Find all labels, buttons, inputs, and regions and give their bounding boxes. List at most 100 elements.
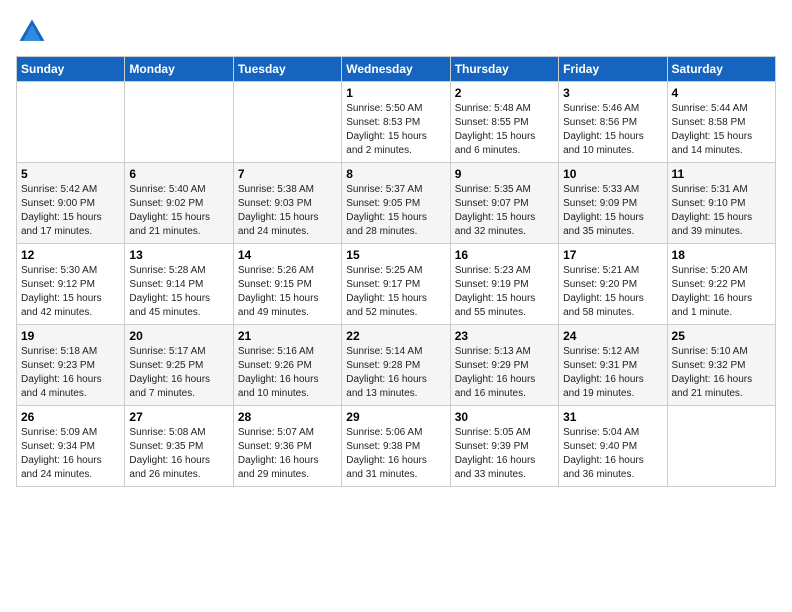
weekday-header: Monday [125, 57, 233, 82]
calendar-cell: 2 Sunrise: 5:48 AM Sunset: 8:55 PM Daylig… [450, 82, 558, 163]
calendar-cell [17, 82, 125, 163]
day-number: 1 [346, 86, 445, 100]
day-info: Sunrise: 5:12 AM Sunset: 9:31 PM Dayligh… [563, 345, 662, 401]
day-number: 15 [346, 248, 445, 262]
weekday-header: Wednesday [342, 57, 450, 82]
calendar-header-row: SundayMondayTuesdayWednesdayThursdayFrid… [17, 57, 776, 82]
day-info: Sunrise: 5:16 AM Sunset: 9:26 PM Dayligh… [238, 345, 337, 401]
calendar-cell [125, 82, 233, 163]
day-number: 24 [563, 329, 662, 343]
day-info: Sunrise: 5:21 AM Sunset: 9:20 PM Dayligh… [563, 264, 662, 320]
day-number: 21 [238, 329, 337, 343]
page-header [16, 16, 776, 48]
calendar-cell: 24 Sunrise: 5:12 AM Sunset: 9:31 PM Dayli… [559, 325, 667, 406]
calendar-cell: 3 Sunrise: 5:46 AM Sunset: 8:56 PM Daylig… [559, 82, 667, 163]
calendar-cell: 18Sunrise: 5:20 AM Sunset: 9:22 PM Dayli… [667, 244, 775, 325]
calendar-cell: 26 Sunrise: 5:09 AM Sunset: 9:34 PM Dayli… [17, 406, 125, 487]
day-info: Sunrise: 5:35 AM Sunset: 9:07 PM Dayligh… [455, 183, 554, 239]
day-number: 16 [455, 248, 554, 262]
day-info: Sunrise: 5:31 AM Sunset: 9:10 PM Dayligh… [672, 183, 771, 239]
day-number: 28 [238, 410, 337, 424]
day-info: Sunrise: 5:33 AM Sunset: 9:09 PM Dayligh… [563, 183, 662, 239]
day-info: Sunrise: 5:37 AM Sunset: 9:05 PM Dayligh… [346, 183, 445, 239]
day-info: Sunrise: 5:48 AM Sunset: 8:55 PM Dayligh… [455, 102, 554, 158]
calendar-cell: 9 Sunrise: 5:35 AM Sunset: 9:07 PM Daylig… [450, 163, 558, 244]
day-info: Sunrise: 5:23 AM Sunset: 9:19 PM Dayligh… [455, 264, 554, 320]
day-info: Sunrise: 5:17 AM Sunset: 9:25 PM Dayligh… [129, 345, 228, 401]
day-number: 7 [238, 167, 337, 181]
calendar-cell [667, 406, 775, 487]
day-number: 17 [563, 248, 662, 262]
calendar-cell: 20 Sunrise: 5:17 AM Sunset: 9:25 PM Dayli… [125, 325, 233, 406]
calendar-table: SundayMondayTuesdayWednesdayThursdayFrid… [16, 56, 776, 487]
calendar-cell: 5Sunrise: 5:42 AM Sunset: 9:00 PM Daylig… [17, 163, 125, 244]
day-info: Sunrise: 5:18 AM Sunset: 9:23 PM Dayligh… [21, 345, 120, 401]
day-info: Sunrise: 5:46 AM Sunset: 8:56 PM Dayligh… [563, 102, 662, 158]
day-number: 27 [129, 410, 228, 424]
weekday-header: Thursday [450, 57, 558, 82]
day-info: Sunrise: 5:08 AM Sunset: 9:35 PM Dayligh… [129, 426, 228, 482]
day-info: Sunrise: 5:05 AM Sunset: 9:39 PM Dayligh… [455, 426, 554, 482]
day-info: Sunrise: 5:38 AM Sunset: 9:03 PM Dayligh… [238, 183, 337, 239]
calendar-cell: 21 Sunrise: 5:16 AM Sunset: 9:26 PM Dayli… [233, 325, 341, 406]
day-info: Sunrise: 5:13 AM Sunset: 9:29 PM Dayligh… [455, 345, 554, 401]
day-number: 11 [672, 167, 771, 181]
calendar-cell: 13 Sunrise: 5:28 AM Sunset: 9:14 PM Dayli… [125, 244, 233, 325]
day-info: Sunrise: 5:50 AM Sunset: 8:53 PM Dayligh… [346, 102, 445, 158]
day-info: Sunrise: 5:30 AM Sunset: 9:12 PM Dayligh… [21, 264, 120, 320]
day-number: 2 [455, 86, 554, 100]
day-info: Sunrise: 5:20 AM Sunset: 9:22 PM Dayligh… [672, 264, 771, 320]
calendar-week-row: 26 Sunrise: 5:09 AM Sunset: 9:34 PM Dayli… [17, 406, 776, 487]
calendar-cell: 15 Sunrise: 5:25 AM Sunset: 9:17 PM Dayli… [342, 244, 450, 325]
calendar-cell: 11 Sunrise: 5:31 AM Sunset: 9:10 PM Dayli… [667, 163, 775, 244]
calendar-cell: 30 Sunrise: 5:05 AM Sunset: 9:39 PM Dayli… [450, 406, 558, 487]
calendar-cell: 28 Sunrise: 5:07 AM Sunset: 9:36 PM Dayli… [233, 406, 341, 487]
weekday-header: Saturday [667, 57, 775, 82]
calendar-cell [233, 82, 341, 163]
calendar-cell: 31 Sunrise: 5:04 AM Sunset: 9:40 PM Dayli… [559, 406, 667, 487]
day-number: 30 [455, 410, 554, 424]
day-number: 3 [563, 86, 662, 100]
day-info: Sunrise: 5:44 AM Sunset: 8:58 PM Dayligh… [672, 102, 771, 158]
day-info: Sunrise: 5:06 AM Sunset: 9:38 PM Dayligh… [346, 426, 445, 482]
calendar-cell: 22Sunrise: 5:14 AM Sunset: 9:28 PM Dayli… [342, 325, 450, 406]
calendar-cell: 23 Sunrise: 5:13 AM Sunset: 9:29 PM Dayli… [450, 325, 558, 406]
day-number: 13 [129, 248, 228, 262]
day-number: 14 [238, 248, 337, 262]
day-number: 26 [21, 410, 120, 424]
day-number: 20 [129, 329, 228, 343]
calendar-cell: 6 Sunrise: 5:40 AM Sunset: 9:02 PM Daylig… [125, 163, 233, 244]
day-info: Sunrise: 5:09 AM Sunset: 9:34 PM Dayligh… [21, 426, 120, 482]
calendar-cell: 10Sunrise: 5:33 AM Sunset: 9:09 PM Dayli… [559, 163, 667, 244]
day-number: 19 [21, 329, 120, 343]
weekday-header: Tuesday [233, 57, 341, 82]
calendar-week-row: 12Sunrise: 5:30 AM Sunset: 9:12 PM Dayli… [17, 244, 776, 325]
calendar-cell: 1 Sunrise: 5:50 AM Sunset: 8:53 PM Daylig… [342, 82, 450, 163]
logo [16, 16, 52, 48]
calendar-cell: 7 Sunrise: 5:38 AM Sunset: 9:03 PM Daylig… [233, 163, 341, 244]
day-number: 31 [563, 410, 662, 424]
weekday-header: Sunday [17, 57, 125, 82]
day-info: Sunrise: 5:26 AM Sunset: 9:15 PM Dayligh… [238, 264, 337, 320]
calendar-week-row: 1 Sunrise: 5:50 AM Sunset: 8:53 PM Daylig… [17, 82, 776, 163]
day-number: 22 [346, 329, 445, 343]
day-info: Sunrise: 5:42 AM Sunset: 9:00 PM Dayligh… [21, 183, 120, 239]
calendar-cell: 4Sunrise: 5:44 AM Sunset: 8:58 PM Daylig… [667, 82, 775, 163]
logo-icon [16, 16, 48, 48]
day-info: Sunrise: 5:10 AM Sunset: 9:32 PM Dayligh… [672, 345, 771, 401]
calendar-week-row: 5Sunrise: 5:42 AM Sunset: 9:00 PM Daylig… [17, 163, 776, 244]
day-info: Sunrise: 5:07 AM Sunset: 9:36 PM Dayligh… [238, 426, 337, 482]
weekday-header: Friday [559, 57, 667, 82]
day-number: 6 [129, 167, 228, 181]
day-info: Sunrise: 5:25 AM Sunset: 9:17 PM Dayligh… [346, 264, 445, 320]
calendar-cell: 25Sunrise: 5:10 AM Sunset: 9:32 PM Dayli… [667, 325, 775, 406]
day-number: 23 [455, 329, 554, 343]
day-info: Sunrise: 5:40 AM Sunset: 9:02 PM Dayligh… [129, 183, 228, 239]
calendar-cell: 12Sunrise: 5:30 AM Sunset: 9:12 PM Dayli… [17, 244, 125, 325]
day-info: Sunrise: 5:04 AM Sunset: 9:40 PM Dayligh… [563, 426, 662, 482]
calendar-cell: 17 Sunrise: 5:21 AM Sunset: 9:20 PM Dayli… [559, 244, 667, 325]
day-info: Sunrise: 5:28 AM Sunset: 9:14 PM Dayligh… [129, 264, 228, 320]
day-number: 9 [455, 167, 554, 181]
calendar-cell: 29Sunrise: 5:06 AM Sunset: 9:38 PM Dayli… [342, 406, 450, 487]
calendar-cell: 27 Sunrise: 5:08 AM Sunset: 9:35 PM Dayli… [125, 406, 233, 487]
